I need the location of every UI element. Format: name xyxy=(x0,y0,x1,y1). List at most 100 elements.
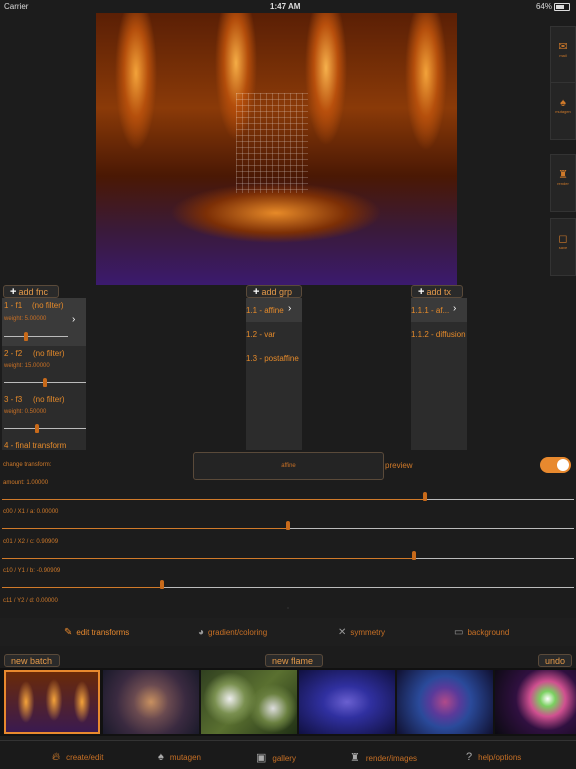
mail-label: mail xyxy=(559,53,567,58)
group-name: 1.1 - affine xyxy=(246,306,284,315)
carrier-label: Carrier xyxy=(4,2,29,11)
render-tool-button[interactable]: ♜ render xyxy=(550,154,576,212)
new-flame-button[interactable]: new flame xyxy=(265,654,323,667)
param-slider-fill xyxy=(2,587,162,588)
edit-tab-bar: ✎ edit transforms ◕ gradient/coloring ✕ sym… xyxy=(0,618,576,646)
chevron-right-icon: › xyxy=(453,303,457,314)
weight-slider-thumb[interactable] xyxy=(24,332,28,341)
chevron-right-icon: › xyxy=(72,314,76,325)
change-transform-label: change transform: xyxy=(3,462,52,468)
transform-item-2[interactable]: 1.1.2 - diffusion xyxy=(411,322,467,346)
tab-label: gradient/coloring xyxy=(208,628,268,637)
nav-label: render/images xyxy=(365,754,418,763)
flame-thumbnail[interactable] xyxy=(201,670,297,734)
palette-icon: ◕ xyxy=(198,627,205,638)
battery-icon xyxy=(554,2,570,11)
function-name: 1 - f1 xyxy=(4,301,23,310)
flame-thumbnail[interactable] xyxy=(299,670,395,734)
tab-gradient-coloring[interactable]: ◕ gradient/coloring xyxy=(198,627,267,638)
add-function-label: add fnc xyxy=(18,287,48,297)
tab-background[interactable]: ▭ background xyxy=(454,627,509,638)
param-slider-thumb[interactable] xyxy=(412,551,416,560)
param-slider-fill xyxy=(2,558,414,559)
function-filter: (no filter) xyxy=(32,301,64,310)
add-transform-button[interactable]: + add tx xyxy=(411,285,463,298)
param-slider-thumb[interactable] xyxy=(286,521,290,530)
weight-slider-track[interactable] xyxy=(4,428,86,429)
nav-label: mutagen xyxy=(169,753,201,762)
tab-label: edit transforms xyxy=(76,628,130,637)
new-batch-button[interactable]: new batch xyxy=(4,654,60,667)
flame-thumbnail[interactable] xyxy=(397,670,493,734)
bottom-navigation: 🔥︎ create/edit ♠ mutagen ▣ gallery ♜ render/… xyxy=(0,740,576,769)
preview-toggle[interactable] xyxy=(540,457,571,473)
tab-symmetry[interactable]: ✕ symmetry xyxy=(338,627,385,638)
save-label: save xyxy=(558,245,568,250)
add-function-button[interactable]: + add fnc xyxy=(3,285,59,298)
gallery-icon: ▣ xyxy=(256,752,267,764)
flame-thumbnail[interactable] xyxy=(495,670,576,734)
mutagen-tool-button[interactable]: ♠ mutagen xyxy=(550,82,576,140)
save-icon: ◻ xyxy=(558,233,568,245)
symmetry-icon: ✕ xyxy=(338,627,347,638)
flame-thumbnail-strip xyxy=(0,668,576,736)
param-slider-fill xyxy=(2,528,288,529)
param-label: amount: 1.00000 xyxy=(3,480,49,486)
nav-label: gallery xyxy=(272,754,296,763)
plus-icon: + xyxy=(418,286,425,298)
weight-slider-track[interactable] xyxy=(4,336,68,337)
nav-help-options[interactable]: ? help/options xyxy=(466,751,521,763)
function-weight: weight: 0.50000 xyxy=(4,409,47,415)
param-label: c00 / X1 / a: 0.00000 xyxy=(3,509,59,515)
group-item-1[interactable]: 1.1 - affine › xyxy=(246,298,302,322)
add-group-label: add grp xyxy=(261,287,292,297)
nav-create-edit[interactable]: 🔥︎ create/edit xyxy=(52,751,103,764)
weight-slider-thumb[interactable] xyxy=(43,378,47,387)
flame-icon: 🔥︎ xyxy=(52,751,61,763)
function-name: 4 - final transform xyxy=(4,441,67,450)
weight-slider-thumb[interactable] xyxy=(35,424,39,433)
mutagen-icon: ♠ xyxy=(158,751,164,763)
group-item-2[interactable]: 1.2 - var xyxy=(246,322,302,346)
transform-list: 1.1.1 - af... › 1.1.2 - diffusion xyxy=(411,298,467,450)
undo-button[interactable]: undo xyxy=(538,654,572,667)
mutagen-icon: ♠ xyxy=(560,97,566,109)
save-tool-button[interactable]: ◻ save xyxy=(550,218,576,276)
nav-render-images[interactable]: ♜ render/images xyxy=(350,751,417,764)
help-icon: ? xyxy=(466,751,473,763)
param-slider-thumb[interactable] xyxy=(423,492,427,501)
function-item-1[interactable]: 1 - f1 (no filter) weight: 5.00000 › xyxy=(2,298,86,346)
function-item-2[interactable]: 2 - f2 (no filter) weight: 15.00000 xyxy=(2,346,86,392)
battery-indicator: 64% xyxy=(536,2,570,11)
add-group-button[interactable]: + add grp xyxy=(246,285,302,298)
tab-label: background xyxy=(467,628,510,637)
transform-type-dropdown[interactable]: affine xyxy=(193,452,384,480)
tab-edit-transforms[interactable]: ✎ edit transforms xyxy=(64,627,129,638)
flame-thumbnail[interactable] xyxy=(4,670,100,734)
nav-gallery[interactable]: ▣ gallery xyxy=(256,751,296,764)
function-item-3[interactable]: 3 - f3 (no filter) weight: 0.50000 xyxy=(2,392,86,438)
transform-name: 1.1.1 - af... xyxy=(411,306,450,315)
group-name: 1.3 - postaffine xyxy=(246,354,299,363)
scroll-indicator: ˈ xyxy=(287,608,289,614)
nav-mutagen[interactable]: ♠ mutagen xyxy=(158,751,201,763)
group-list: 1.1 - affine › 1.2 - var 1.3 - postaffin… xyxy=(246,298,302,450)
group-name: 1.2 - var xyxy=(246,330,276,339)
chevron-right-icon: › xyxy=(288,303,292,314)
status-bar: Carrier 1:47 AM 64% xyxy=(0,0,576,13)
render-icon: ♜ xyxy=(558,169,568,181)
mutagen-label: mutagen xyxy=(555,109,571,114)
group-item-3[interactable]: 1.3 - postaffine xyxy=(246,346,302,370)
param-slider-thumb[interactable] xyxy=(160,580,164,589)
param-label: c01 / X2 / c: 0.90909 xyxy=(3,539,59,545)
param-label: c11 / Y2 / d: 0.00000 xyxy=(3,598,58,604)
render-icon: ♜ xyxy=(350,752,360,764)
transform-item-1[interactable]: 1.1.1 - af... › xyxy=(411,298,467,322)
flame-thumbnail[interactable] xyxy=(103,670,199,734)
function-filter: (no filter) xyxy=(33,395,65,404)
function-item-4[interactable]: 4 - final transform xyxy=(2,438,86,450)
fractal-preview[interactable] xyxy=(96,13,457,285)
mail-tool-button[interactable]: ✉ mail xyxy=(550,26,576,84)
battery-percent: 64% xyxy=(535,2,552,11)
transform-grid-overlay[interactable] xyxy=(236,93,308,193)
